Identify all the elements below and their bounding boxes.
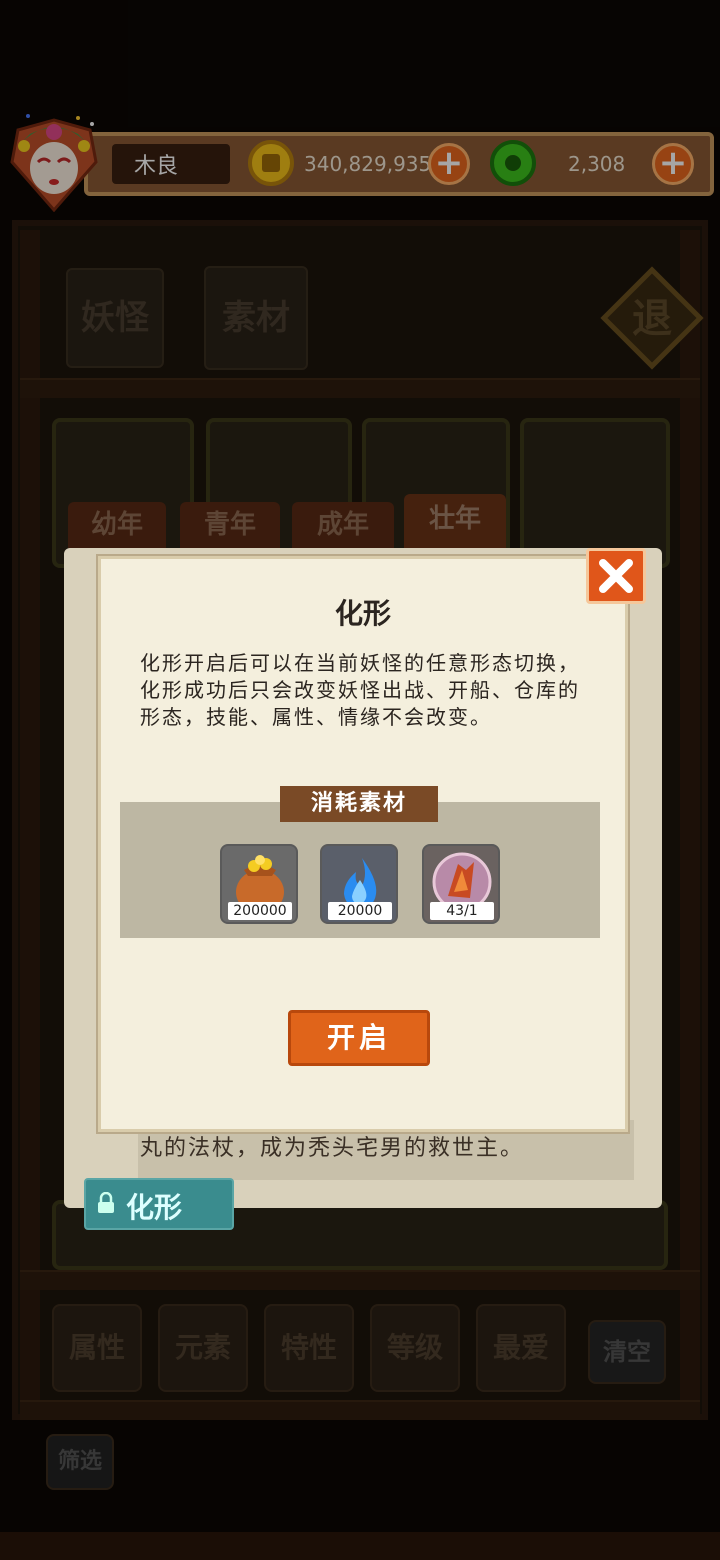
transform-tab-label: 化形 [126, 1191, 183, 1224]
confirm-open-button[interactable]: 开启 [288, 1010, 430, 1066]
material-slot[interactable]: 43/1 [422, 844, 500, 924]
material-slot[interactable]: 20000 [320, 844, 398, 924]
material-count: 20000 [328, 902, 392, 920]
close-dialog-button[interactable] [586, 548, 646, 604]
dialog-description: 化形开启后可以在当前妖怪的任意形态切换，化形成功后只会改变妖怪出战、开船、仓库的… [140, 651, 580, 729]
material-count: 43/1 [430, 902, 494, 920]
dialog-title: 化形 [334, 597, 391, 630]
lock-icon [98, 1192, 114, 1213]
material-slot[interactable]: 200000 [220, 844, 298, 924]
close-icon [599, 559, 633, 593]
materials-header: 消耗素材 [280, 786, 438, 822]
yokai-description: 丸的法杖，成为秃头宅男的救世主。 [140, 1136, 525, 1161]
material-count: 200000 [228, 902, 292, 920]
